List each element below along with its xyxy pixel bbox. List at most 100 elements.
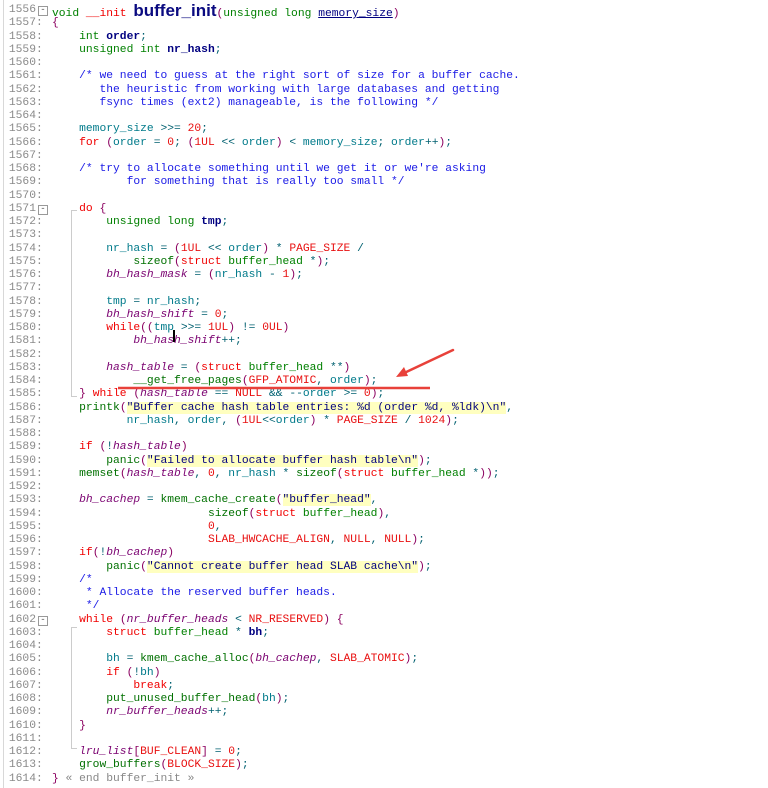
code-token: = [119, 653, 141, 666]
line-source: unsigned long tmp; [52, 216, 228, 229]
fold-toggle-icon[interactable]: - [38, 6, 48, 16]
code-token: ; [221, 308, 229, 321]
code-token: tmp [201, 216, 222, 228]
code-token: while [79, 613, 114, 626]
line-number: 1562 [8, 83, 36, 96]
code-token: ; [377, 136, 392, 149]
line-source: put_unused_buffer_head(bh); [52, 693, 289, 706]
code-token: } [52, 772, 59, 785]
code-token: << [201, 242, 229, 255]
code-token: ! [106, 441, 114, 454]
line-source: fsync times (ext2) manageable, is the fo… [52, 97, 438, 110]
code-token: << [214, 136, 242, 149]
fold-toggle-icon[interactable]: - [38, 615, 48, 626]
code-token: tmp [153, 322, 175, 334]
fold-toggle-icon[interactable]: - [38, 204, 48, 215]
line-number-separator: : [36, 43, 43, 56]
line-number: 1601 [8, 600, 36, 613]
code-token: - [262, 269, 283, 281]
code-token: buffer_head [248, 361, 324, 374]
code-token: )) [479, 467, 493, 480]
line-number-separator: : [36, 189, 43, 202]
line-number: 1580 [8, 322, 36, 334]
code-token: = [153, 242, 175, 255]
code-token: memset [79, 467, 120, 480]
line-source: { [52, 17, 59, 30]
code-token: ; [418, 534, 425, 546]
line-number: 1560 [8, 57, 36, 69]
code-token: if [79, 441, 93, 454]
code-token: hash_table [140, 388, 208, 401]
line-number: 1594 [8, 507, 36, 520]
line-number: 1556 [8, 4, 36, 16]
code-token: * [275, 467, 297, 480]
code-token: ** [323, 361, 344, 374]
code-token: ; [492, 467, 500, 480]
parameter-link[interactable]: memory_size [318, 8, 393, 20]
line-number-separator: : [36, 626, 43, 639]
code-token: grow_buffers [79, 759, 161, 772]
line-number: 1579 [8, 308, 36, 321]
line-source: /* we need to guess at the right sort of… [52, 70, 520, 83]
code-token: panic [106, 560, 141, 573]
code-token: nr_hash [167, 43, 215, 56]
line-source: while (nr_buffer_heads < NR_RESERVED) { [52, 613, 343, 627]
line-number: 1598 [8, 560, 36, 573]
line-number: 1597 [8, 547, 36, 560]
code-token: bh [140, 666, 154, 679]
line-source: bh = kmem_cache_alloc(bh_cachep, SLAB_AT… [52, 653, 418, 666]
line-number: 1599 [8, 573, 36, 586]
line-source: memory_size >>= 20; [52, 123, 208, 136]
code-token: ; [140, 30, 147, 43]
code-token: = [174, 361, 195, 374]
line-number: 1588 [8, 428, 36, 440]
line-number-separator: : [36, 361, 43, 374]
line-source: bh_hash_shift++; [52, 335, 241, 348]
code-token: ) [167, 547, 175, 560]
code-token: ) [343, 361, 351, 374]
line-source: bh_hash_mask = (nr_hash - 1); [52, 269, 303, 282]
code-token: ( [119, 613, 127, 626]
code-token: /* we need to guess at the right sort of… [79, 70, 520, 83]
code-token: , [370, 534, 385, 546]
line-number-separator: : [36, 255, 43, 268]
code-token: nr_hash [228, 467, 276, 480]
code-token: order [187, 414, 222, 427]
code-token: { [99, 202, 107, 215]
line-number-separator: : [36, 494, 43, 507]
code-token: 0 [363, 388, 371, 401]
code-token: sizeof [133, 255, 175, 268]
code-token: order [106, 30, 141, 43]
code-token: ( [174, 242, 181, 255]
line-number: 1606 [8, 666, 36, 679]
code-token: ; [370, 375, 378, 387]
code-token: , [384, 507, 392, 520]
code-token: ( [275, 494, 283, 507]
line-number: 1559 [8, 43, 36, 56]
line-source: for something that is really too small *… [52, 176, 405, 189]
code-token: ; [214, 43, 222, 56]
code-token: / [397, 414, 419, 427]
line-number: 1583 [8, 361, 36, 374]
code-token: order [302, 388, 337, 401]
code-token: 20 [187, 123, 202, 136]
line-number: 1613 [8, 759, 36, 772]
line-number-separator: : [36, 759, 43, 772]
line-number-separator: : [36, 136, 43, 149]
line-number-separator: : [36, 322, 43, 334]
code-token: / [350, 242, 364, 255]
